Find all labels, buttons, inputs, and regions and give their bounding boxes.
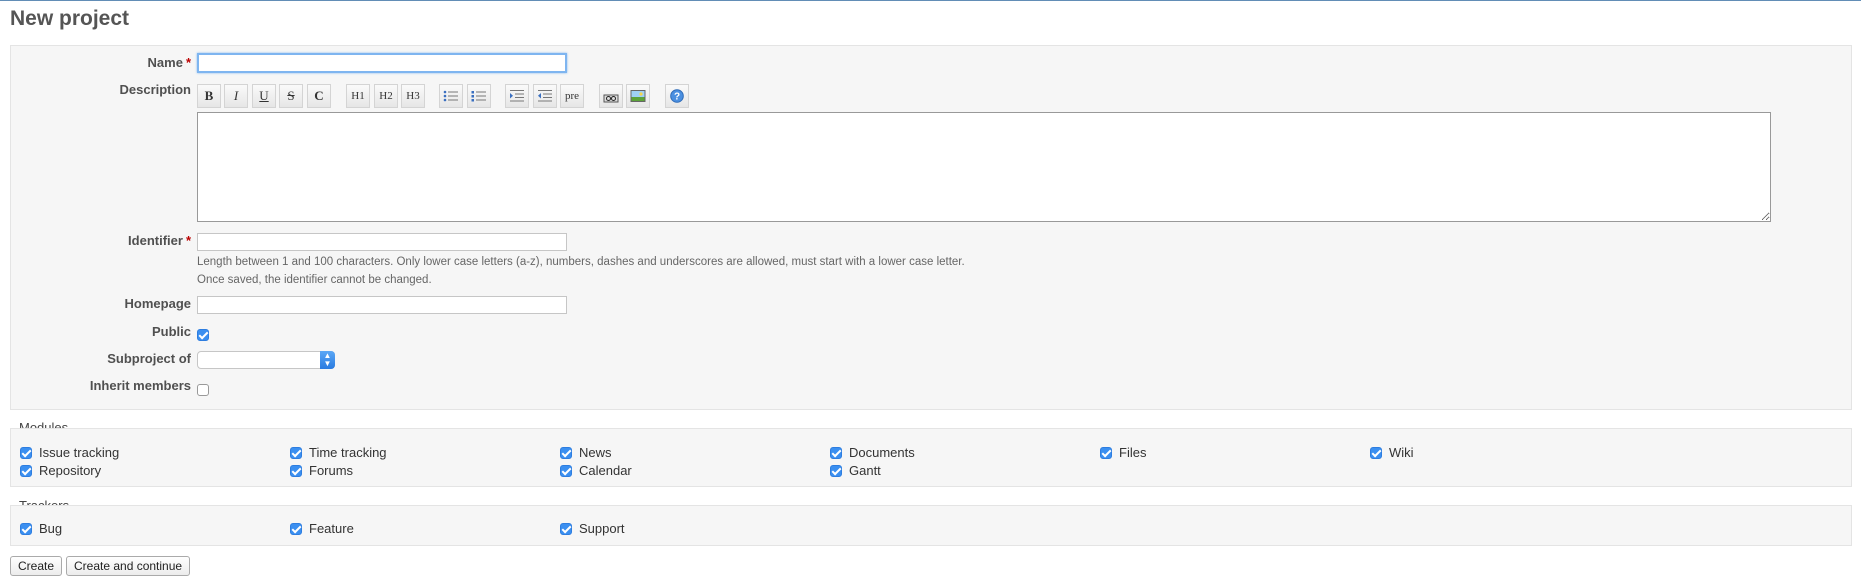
required-mark: * [185, 55, 191, 70]
module-checkbox[interactable] [20, 446, 32, 459]
homepage-input[interactable] [197, 296, 567, 314]
subproject-select[interactable]: ▲ ▼ [197, 351, 335, 369]
public-label: Public [151, 324, 191, 339]
trackers-fieldset: Bug Feature Support [10, 505, 1852, 546]
heading1-button[interactable]: H1 [346, 84, 370, 108]
tracker-feature[interactable]: Feature [290, 521, 354, 536]
italic-button[interactable]: I [224, 84, 248, 108]
module-documents[interactable]: Documents [830, 445, 915, 460]
module-time-tracking[interactable]: Time tracking [290, 445, 387, 460]
homepage-label: Homepage [124, 296, 191, 311]
module-news[interactable]: News [560, 445, 612, 460]
bold-button[interactable]: B [197, 84, 221, 108]
name-label: Name * [147, 55, 191, 70]
link-button[interactable] [599, 84, 623, 108]
select-arrows-icon: ▲ ▼ [320, 351, 335, 369]
inherit-members-label: Inherit members [89, 378, 191, 393]
create-and-continue-button[interactable]: Create and continue [66, 556, 191, 576]
subproject-label: Subproject of [107, 351, 191, 366]
module-checkbox[interactable] [560, 464, 572, 477]
inline-code-button[interactable]: C [307, 84, 331, 108]
numbered-list-icon [471, 91, 486, 102]
tracker-checkbox[interactable] [560, 522, 572, 535]
public-checkbox[interactable] [197, 328, 209, 341]
outdent-button[interactable] [533, 84, 557, 108]
module-forums[interactable]: Forums [290, 463, 353, 478]
identifier-help-note: Once saved, the identifier cannot be cha… [197, 274, 432, 286]
identifier-input[interactable] [197, 233, 567, 251]
ordered-list-button[interactable] [467, 84, 491, 108]
module-wiki[interactable]: Wiki [1370, 445, 1414, 460]
heading3-button[interactable]: H3 [401, 84, 425, 108]
unordered-list-button[interactable] [439, 84, 463, 108]
description-label: Description [119, 82, 191, 97]
required-mark: * [185, 233, 191, 248]
module-checkbox[interactable] [1370, 446, 1382, 459]
strikethrough-button[interactable]: S [279, 84, 303, 108]
indent-button[interactable] [505, 84, 529, 108]
modules-fieldset: Issue tracking Time tracking News Docume… [10, 428, 1852, 487]
module-repository[interactable]: Repository [20, 463, 101, 478]
module-issue-tracking[interactable]: Issue tracking [20, 445, 119, 460]
heading2-button[interactable]: H2 [374, 84, 398, 108]
tracker-checkbox[interactable] [20, 522, 32, 535]
identifier-help-text: Length between 1 and 100 characters. Onl… [197, 256, 965, 268]
module-checkbox[interactable] [290, 446, 302, 459]
bullet-list-icon [443, 90, 458, 102]
module-checkbox[interactable] [290, 464, 302, 477]
module-checkbox[interactable] [830, 464, 842, 477]
create-button[interactable]: Create [10, 556, 63, 576]
underline-button[interactable]: U [252, 84, 276, 108]
module-calendar[interactable]: Calendar [560, 463, 632, 478]
tracker-bug[interactable]: Bug [20, 521, 62, 536]
link-icon [603, 94, 619, 103]
image-icon [630, 90, 646, 102]
module-checkbox[interactable] [560, 446, 572, 459]
preformatted-button[interactable]: pre [560, 84, 584, 108]
help-icon: ? [670, 89, 684, 103]
module-checkbox[interactable] [1100, 446, 1112, 459]
svg-text:?: ? [674, 92, 680, 103]
module-files[interactable]: Files [1100, 445, 1146, 460]
help-button[interactable]: ? [665, 84, 689, 108]
module-checkbox[interactable] [20, 464, 32, 477]
image-button[interactable] [626, 84, 650, 108]
identifier-label: Identifier * [128, 233, 191, 248]
name-input[interactable] [197, 53, 567, 73]
module-gantt[interactable]: Gantt [830, 463, 881, 478]
indent-icon [510, 90, 524, 102]
outdent-icon [538, 90, 552, 102]
tracker-checkbox[interactable] [290, 522, 302, 535]
inherit-members-checkbox[interactable] [197, 383, 209, 396]
tracker-support[interactable]: Support [560, 521, 625, 536]
description-textarea[interactable] [197, 112, 1771, 222]
page-title: New project [10, 7, 130, 30]
module-checkbox[interactable] [830, 446, 842, 459]
project-form-box: Name * Description B I U S C H1 H2 H3 pre [10, 45, 1852, 410]
